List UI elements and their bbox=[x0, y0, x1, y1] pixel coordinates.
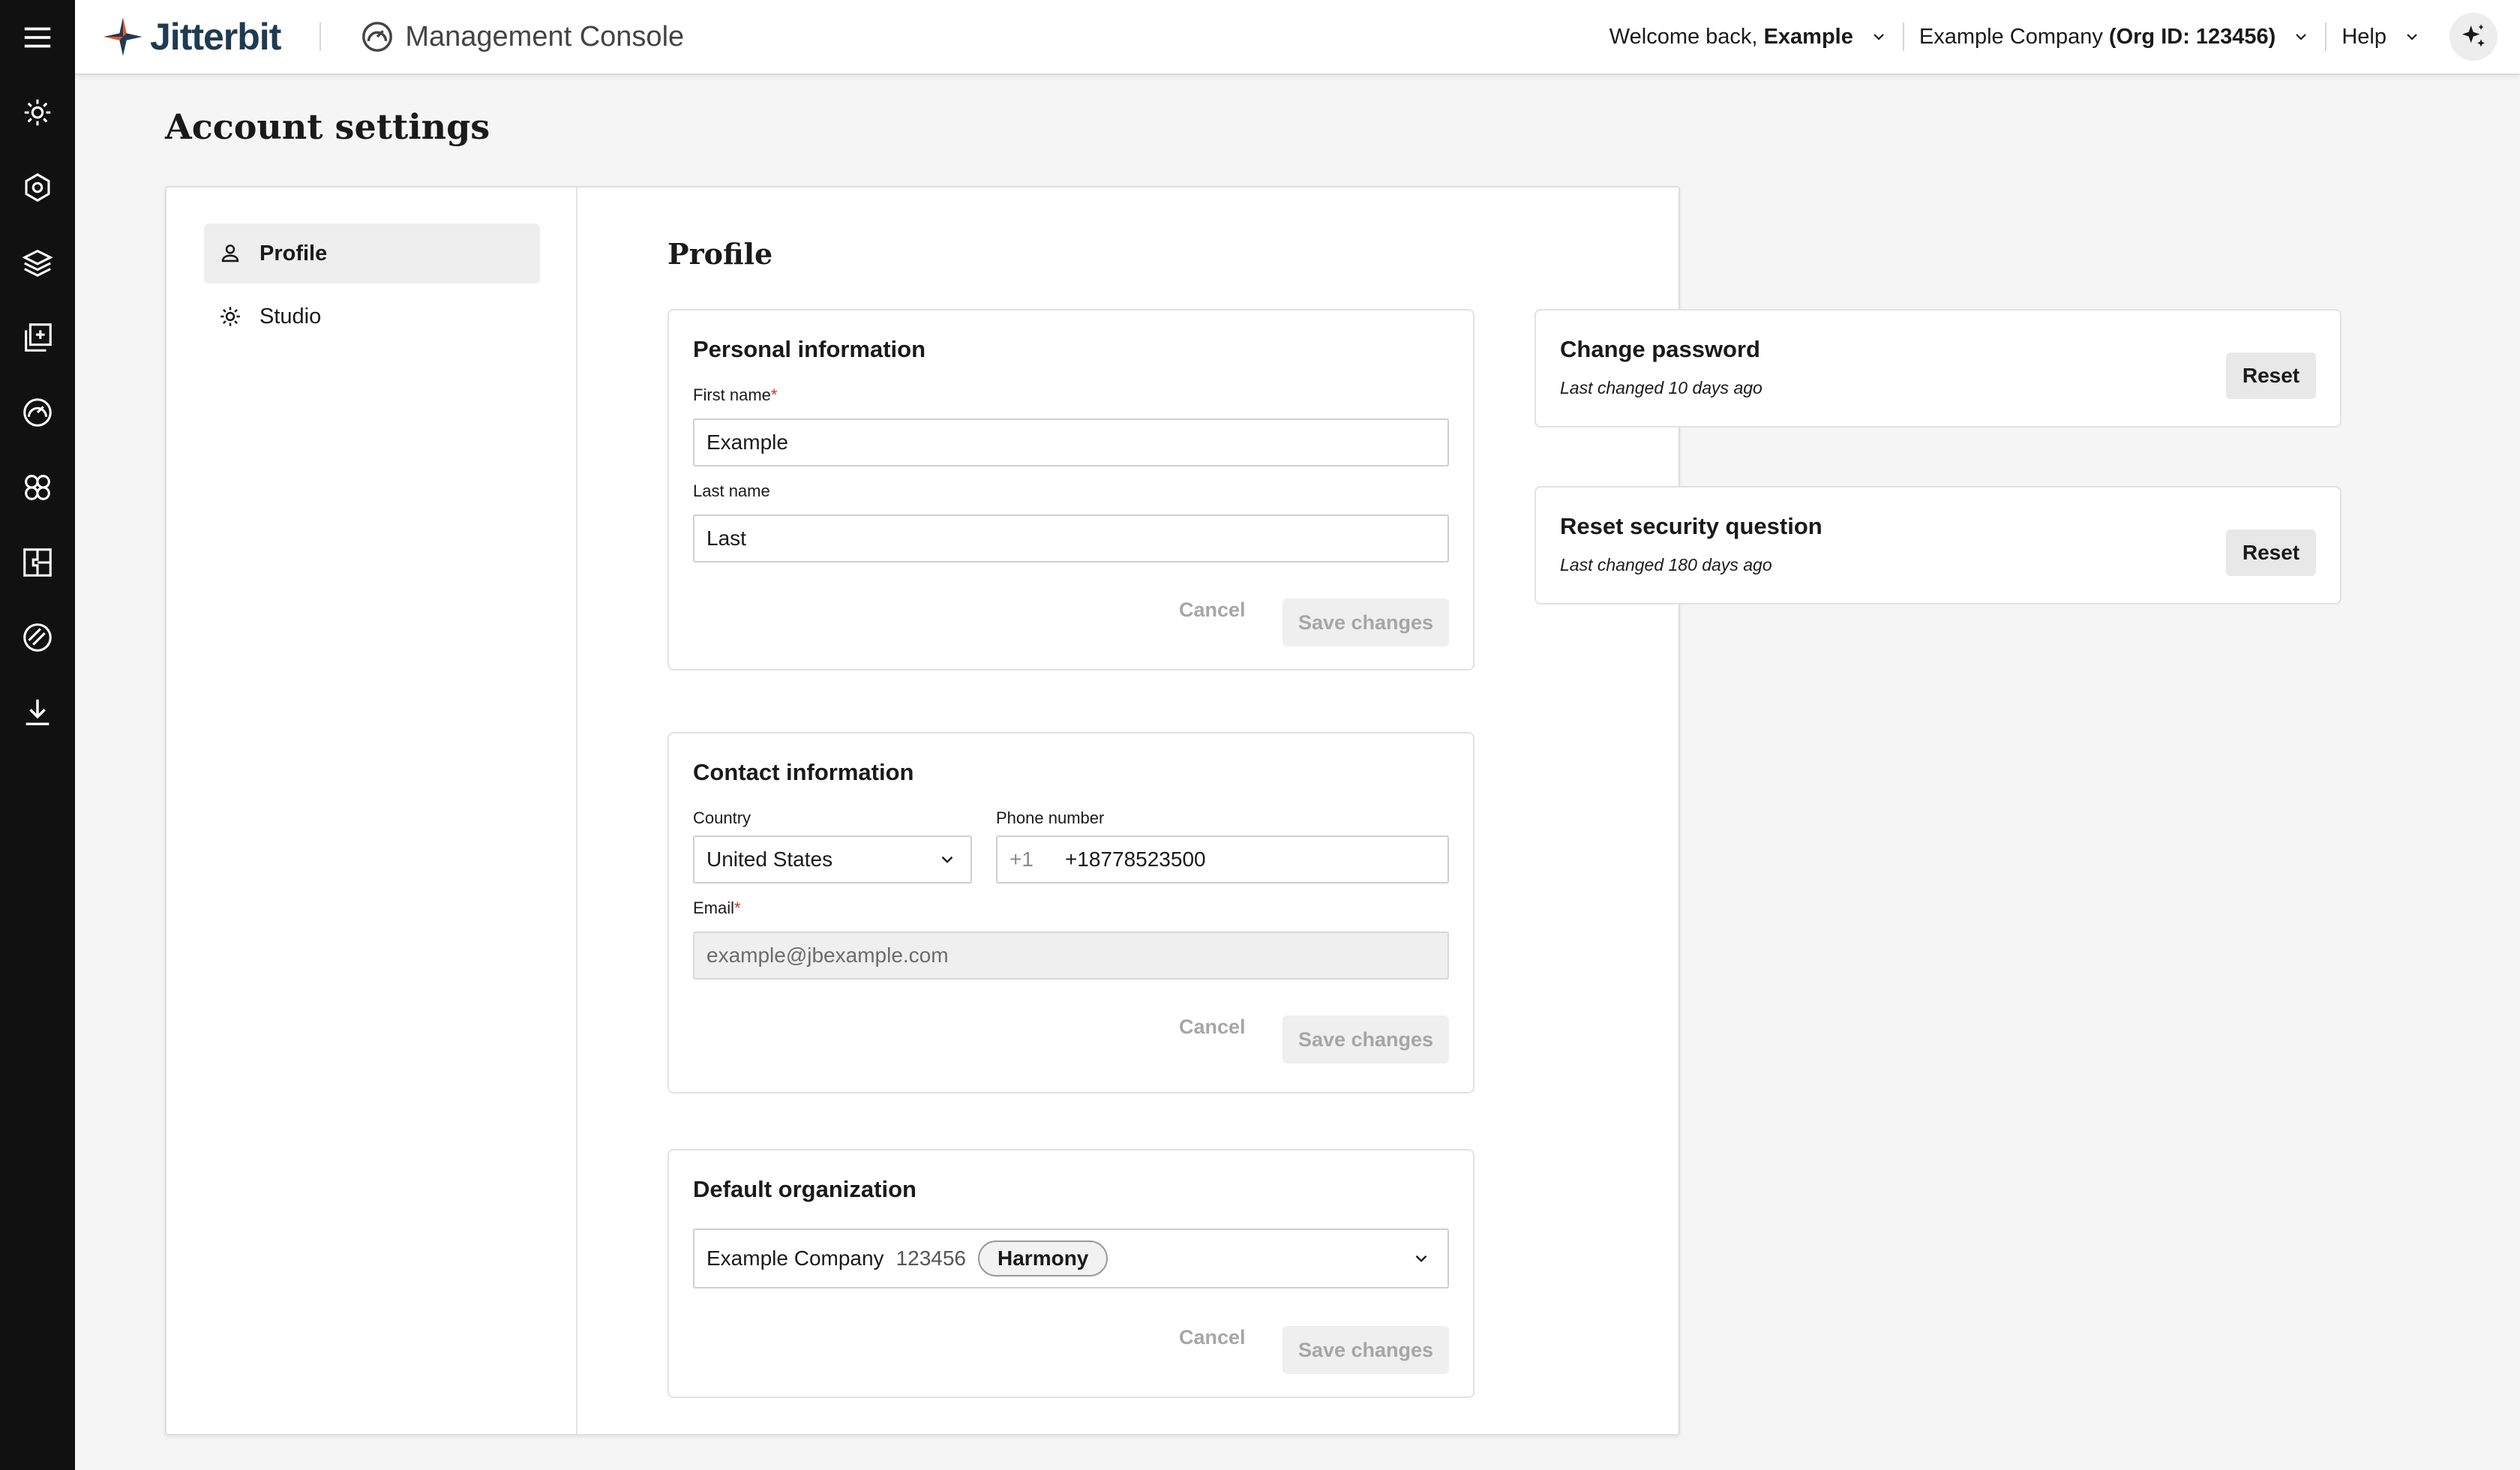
panel-title: Personal information bbox=[693, 336, 926, 362]
help-label: Help bbox=[2342, 24, 2386, 49]
country-select[interactable]: United States bbox=[693, 836, 972, 884]
rail-item-downloads[interactable] bbox=[0, 675, 75, 750]
header-divider bbox=[320, 22, 322, 51]
chevron-down-icon bbox=[1415, 1255, 1427, 1262]
dashboard-gauge-icon bbox=[23, 398, 52, 427]
last-name-input[interactable]: Last bbox=[693, 514, 1449, 562]
download-icon bbox=[26, 699, 50, 726]
brand-logo[interactable]: Jitterbit bbox=[102, 15, 281, 58]
page-title: Account settings bbox=[165, 106, 490, 147]
phone-prefix: +1 bbox=[1010, 848, 1034, 871]
panel-title: Change password bbox=[1560, 336, 1760, 362]
default-org-panel: Default organization Example Company 123… bbox=[668, 1149, 1474, 1398]
gear-hex-icon bbox=[25, 172, 50, 202]
org-company: Example Company bbox=[706, 1246, 884, 1270]
chevron-down-icon bbox=[2296, 34, 2307, 40]
save-changes-button[interactable]: Save changes bbox=[1282, 598, 1449, 646]
panel-title: Contact information bbox=[693, 759, 914, 785]
user-name: Example bbox=[1763, 24, 1853, 49]
help-menu[interactable]: Help bbox=[2342, 25, 2421, 50]
chevron-down-icon bbox=[941, 856, 953, 863]
layers-icon bbox=[22, 249, 53, 277]
rail-item-add[interactable] bbox=[0, 300, 75, 375]
country-value: United States bbox=[706, 848, 833, 871]
security-question-panel: Reset security question Last changed 180… bbox=[1534, 486, 2342, 604]
settings-card: Profile Studio Profile Personal informat… bbox=[165, 186, 2342, 1436]
panel-title: Reset security question bbox=[1560, 513, 1822, 539]
last-changed-note: Last changed 180 days ago bbox=[1560, 555, 1772, 574]
user-menu[interactable]: Welcome back, Example bbox=[1610, 25, 1888, 50]
default-org-select[interactable]: Example Company 123456 Harmony bbox=[693, 1228, 1449, 1288]
sparkle-icon bbox=[2462, 24, 2485, 47]
phone-label: Phone number bbox=[996, 808, 1105, 827]
org-id: (Org ID: 123456) bbox=[2108, 24, 2276, 49]
first-name-input[interactable]: Example bbox=[693, 418, 1449, 466]
console-title: Management Console bbox=[405, 20, 685, 52]
cog-icon bbox=[220, 307, 240, 326]
nav-item-profile[interactable]: Profile bbox=[204, 224, 540, 284]
user-icon bbox=[221, 244, 239, 262]
phone-value: +18778523500 bbox=[1064, 848, 1206, 871]
rail-item-connections[interactable] bbox=[0, 450, 75, 525]
reset-password-button[interactable]: Reset bbox=[2226, 352, 2316, 399]
slash-circle-icon bbox=[23, 623, 52, 652]
save-changes-button[interactable]: Save changes bbox=[1282, 1016, 1449, 1064]
cancel-button[interactable]: Cancel bbox=[1179, 1326, 1246, 1349]
puzzle-icon bbox=[23, 548, 52, 577]
settings-nav: Profile Studio bbox=[166, 188, 578, 1434]
top-bar: Jitterbit Management Console Welcome bac… bbox=[75, 0, 2520, 75]
welcome-text: Welcome back, bbox=[1609, 24, 1758, 49]
phone-input[interactable]: +1 +18778523500 bbox=[996, 836, 1449, 884]
rail-item-layers[interactable] bbox=[0, 225, 75, 300]
rail-item-integration[interactable] bbox=[0, 75, 75, 150]
last-name-label: Last name bbox=[693, 482, 770, 500]
ai-assistant-button[interactable] bbox=[2450, 13, 2498, 61]
email-input: example@jbexample.com bbox=[693, 932, 1449, 980]
reset-security-button[interactable]: Reset bbox=[2226, 530, 2316, 576]
save-changes-button[interactable]: Save changes bbox=[1282, 1326, 1449, 1374]
country-label: Country bbox=[693, 808, 752, 827]
menu-icon bbox=[24, 27, 51, 48]
chevron-down-icon bbox=[2407, 34, 2417, 40]
rail-item-marketplace[interactable] bbox=[0, 525, 75, 600]
jitterbit-star-icon bbox=[104, 17, 142, 56]
panel-title: Default organization bbox=[693, 1176, 916, 1202]
rail-item-api[interactable] bbox=[0, 150, 75, 225]
org-number: 123456 bbox=[896, 1246, 966, 1270]
cancel-button[interactable]: Cancel bbox=[1179, 1016, 1246, 1039]
header-divider bbox=[1902, 22, 1904, 51]
brand-name: Jitterbit bbox=[150, 16, 281, 58]
nav-item-label: Studio bbox=[260, 304, 322, 328]
personal-info-panel: Personal information First name* Example… bbox=[668, 309, 1474, 670]
rail-item-data[interactable] bbox=[0, 600, 75, 675]
last-changed-note: Last changed 10 days ago bbox=[1560, 378, 1762, 398]
dashboard-gauge-icon bbox=[362, 22, 393, 52]
header-divider bbox=[2325, 22, 2327, 51]
cog-icon bbox=[24, 99, 51, 126]
org-menu[interactable]: Example Company (Org ID: 123456) bbox=[1919, 25, 2310, 50]
section-title: Profile bbox=[668, 237, 773, 271]
cancel-button[interactable]: Cancel bbox=[1179, 598, 1246, 622]
harmony-badge: Harmony bbox=[978, 1240, 1108, 1276]
add-copy-icon bbox=[25, 323, 52, 352]
nav-item-studio[interactable]: Studio bbox=[204, 286, 540, 346]
change-password-panel: Change password Last changed 10 days ago… bbox=[1534, 309, 2342, 428]
email-label: Email* bbox=[693, 898, 741, 917]
left-rail bbox=[0, 0, 75, 1470]
console-switcher[interactable]: Management Console bbox=[360, 20, 684, 54]
nodes-icon bbox=[25, 475, 50, 500]
menu-button[interactable] bbox=[0, 0, 75, 75]
chevron-down-icon bbox=[1874, 34, 1884, 40]
contact-info-panel: Contact information Country United State… bbox=[668, 732, 1474, 1094]
rail-item-console[interactable] bbox=[0, 375, 75, 450]
first-name-label: First name* bbox=[693, 386, 778, 404]
company-name: Example Company bbox=[1918, 24, 2103, 49]
nav-item-label: Profile bbox=[260, 241, 328, 266]
